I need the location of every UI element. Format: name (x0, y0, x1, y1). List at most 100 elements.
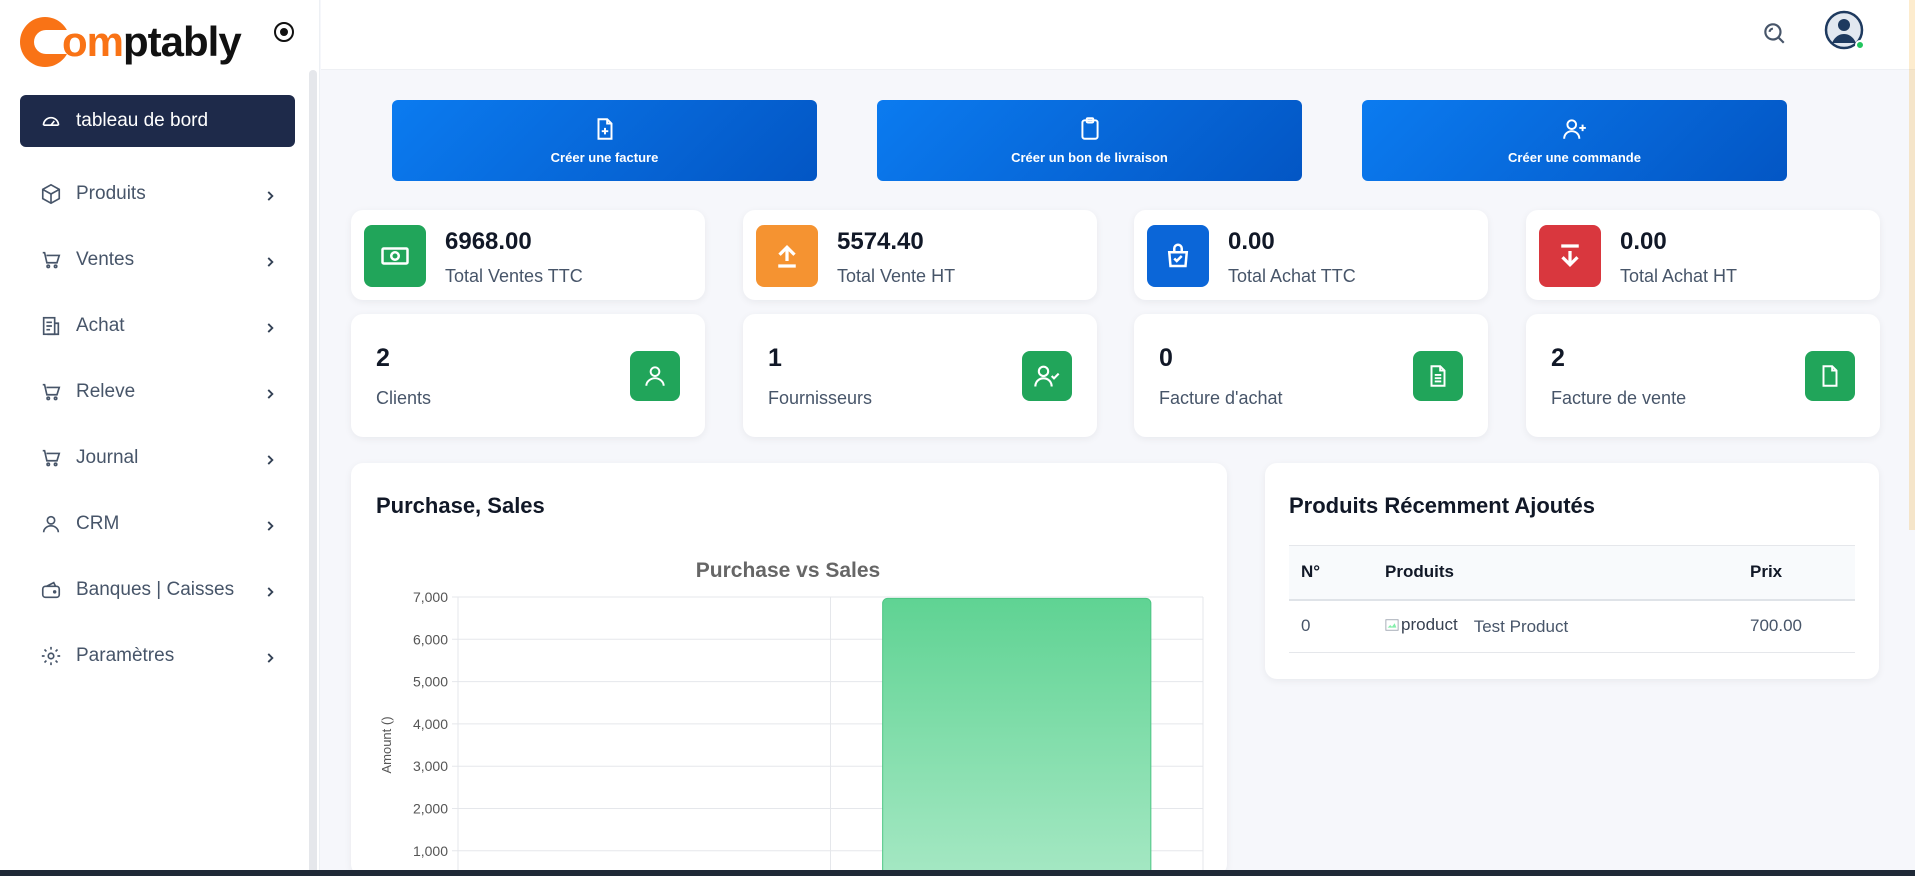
cart-icon (40, 249, 62, 271)
chevron-right-icon (263, 583, 277, 597)
stat-value: 6968.00 (445, 228, 532, 255)
sidebar-item-label: Journal (76, 447, 139, 468)
product-cell: product Test Product (1373, 599, 1738, 653)
product-image-placeholder: product (1385, 615, 1458, 635)
count-card-clients: 2 Clients (351, 314, 705, 437)
count-card-fournisseurs: 1 Fournisseurs (743, 314, 1097, 437)
shopping-bag-icon (1147, 225, 1209, 287)
sidebar-item-produits[interactable]: Produits (20, 167, 295, 221)
sidebar-item-label: CRM (76, 513, 120, 534)
stat-card-total-ventes-ttc: 6968.00 Total Ventes TTC (351, 210, 705, 300)
count-card-facture-vente: 2 Facture de vente (1526, 314, 1880, 437)
count-value: 2 (376, 344, 390, 372)
recent-products-table: N° Produits Prix 0 product Test Product 7… (1289, 545, 1855, 653)
page-scrollbar[interactable] (1909, 0, 1915, 530)
sidebar-item-label: Paramètres (76, 645, 175, 666)
file-plus-icon (592, 116, 618, 142)
count-label: Facture de vente (1551, 388, 1687, 408)
app-root: omptably tableau de bord Produits Ventes (0, 0, 1915, 876)
sidebar: omptably tableau de bord Produits Ventes (0, 0, 320, 876)
sidebar-item-label: Achat (76, 315, 125, 336)
receipt-icon (40, 315, 62, 337)
sidebar-item-parametres[interactable]: Paramètres (20, 629, 295, 683)
sidebar-item-achat[interactable]: Achat (20, 299, 295, 353)
sidebar-item-journal[interactable]: Journal (20, 431, 295, 485)
y-tick-label: 4,000 (413, 716, 448, 732)
recent-products-title: Produits Récemment Ajoutés (1289, 493, 1596, 518)
user-avatar[interactable] (1824, 10, 1866, 52)
sidebar-item-banques-caisses[interactable]: Banques | Caisses (20, 563, 295, 617)
chart-bars (882, 597, 1152, 876)
logo-accent: om (62, 18, 124, 65)
clipboard-icon (1077, 116, 1103, 142)
stat-card-total-achat-ttc: 0.00 Total Achat TTC (1134, 210, 1488, 300)
sidebar-collapse-icon[interactable] (272, 20, 296, 44)
gear-icon (40, 645, 62, 667)
chart-title: Purchase vs Sales (696, 559, 880, 582)
column-header-prix: Prix (1738, 545, 1855, 601)
sidebar-item-ventes[interactable]: Ventes (20, 233, 295, 287)
cash-icon (364, 225, 426, 287)
product-number: 0 (1289, 599, 1373, 653)
y-tick-label: 5,000 (413, 674, 448, 690)
chevron-right-icon (263, 187, 277, 201)
y-tick-label: 3,000 (413, 758, 448, 774)
count-value: 1 (768, 344, 782, 372)
stat-value: 5574.40 (837, 228, 924, 255)
product-name[interactable]: Test Product (1474, 617, 1569, 636)
count-card-facture-achat: 0 Facture d'achat (1134, 314, 1488, 437)
broken-image-icon (1385, 619, 1399, 631)
download-icon (1539, 225, 1601, 287)
create-order-button[interactable]: Créer une commande (1362, 100, 1787, 181)
create-invoice-label: Créer une facture (550, 150, 659, 165)
y-tick-label: 1,000 (413, 843, 448, 859)
sidebar-item-label: Produits (76, 183, 146, 204)
bar-sales[interactable] (882, 597, 1152, 876)
sidebar-item-label: tableau de bord (76, 110, 209, 131)
sidebar-scrollbar[interactable] (309, 70, 317, 876)
search-icon[interactable] (1756, 15, 1792, 51)
stat-card-total-vente-ht: 5574.40 Total Vente HT (743, 210, 1097, 300)
online-status-dot (1855, 40, 1865, 50)
stat-label: Total Ventes TTC (445, 266, 583, 286)
stat-value: 0.00 (1228, 228, 1275, 255)
stat-label: Total Achat HT (1620, 266, 1738, 286)
cart-icon (40, 447, 62, 469)
purchase-vs-sales-chart: Purchase vs Sales Amount () 1,000 2,000 3,… (379, 559, 1204, 876)
sidebar-nav: tableau de bord Produits Ventes Achat Re… (20, 95, 295, 695)
chevron-right-icon (263, 319, 277, 333)
stat-value: 0.00 (1620, 228, 1667, 255)
purchase-sales-card: Purchase, Sales Purchase vs Sales Amount… (351, 463, 1227, 876)
column-header-number: N° (1289, 545, 1373, 601)
user-plus-icon (1562, 116, 1588, 142)
chevron-right-icon (263, 517, 277, 531)
y-tick-label: 7,000 (413, 589, 448, 605)
bottom-edge-bar (0, 870, 1915, 876)
count-value: 0 (1159, 344, 1173, 372)
create-invoice-button[interactable]: Créer une facture (392, 100, 817, 181)
cart-icon (40, 381, 62, 403)
chevron-right-icon (263, 649, 277, 663)
sidebar-item-dashboard[interactable]: tableau de bord (20, 95, 295, 147)
user-check-icon (1022, 351, 1072, 401)
box-icon (40, 183, 62, 205)
sidebar-item-label: Releve (76, 381, 136, 402)
sidebar-item-crm[interactable]: CRM (20, 497, 295, 551)
wallet-icon (40, 579, 62, 601)
y-tick-label: 2,000 (413, 801, 448, 817)
column-header-produits: Produits (1373, 545, 1738, 601)
sidebar-item-label: Ventes (76, 249, 135, 270)
logo-rest: ptably (123, 18, 242, 65)
sidebar-item-releve[interactable]: Releve (20, 365, 295, 419)
table-row[interactable]: 0 product Test Product 700.00 (1289, 599, 1855, 653)
count-label: Clients (376, 388, 432, 408)
brand-logo[interactable]: omptably (20, 14, 242, 70)
document-icon (1413, 351, 1463, 401)
stat-label: Total Achat TTC (1228, 266, 1356, 286)
create-delivery-note-button[interactable]: Créer un bon de livraison (877, 100, 1302, 181)
y-axis-ticks: 1,000 2,000 3,000 4,000 5,000 6,000 7,000 (413, 589, 448, 859)
product-image-alt: product (1401, 615, 1458, 635)
count-label: Facture d'achat (1159, 388, 1283, 408)
chevron-right-icon (263, 451, 277, 465)
create-delivery-note-label: Créer un bon de livraison (1011, 150, 1168, 165)
